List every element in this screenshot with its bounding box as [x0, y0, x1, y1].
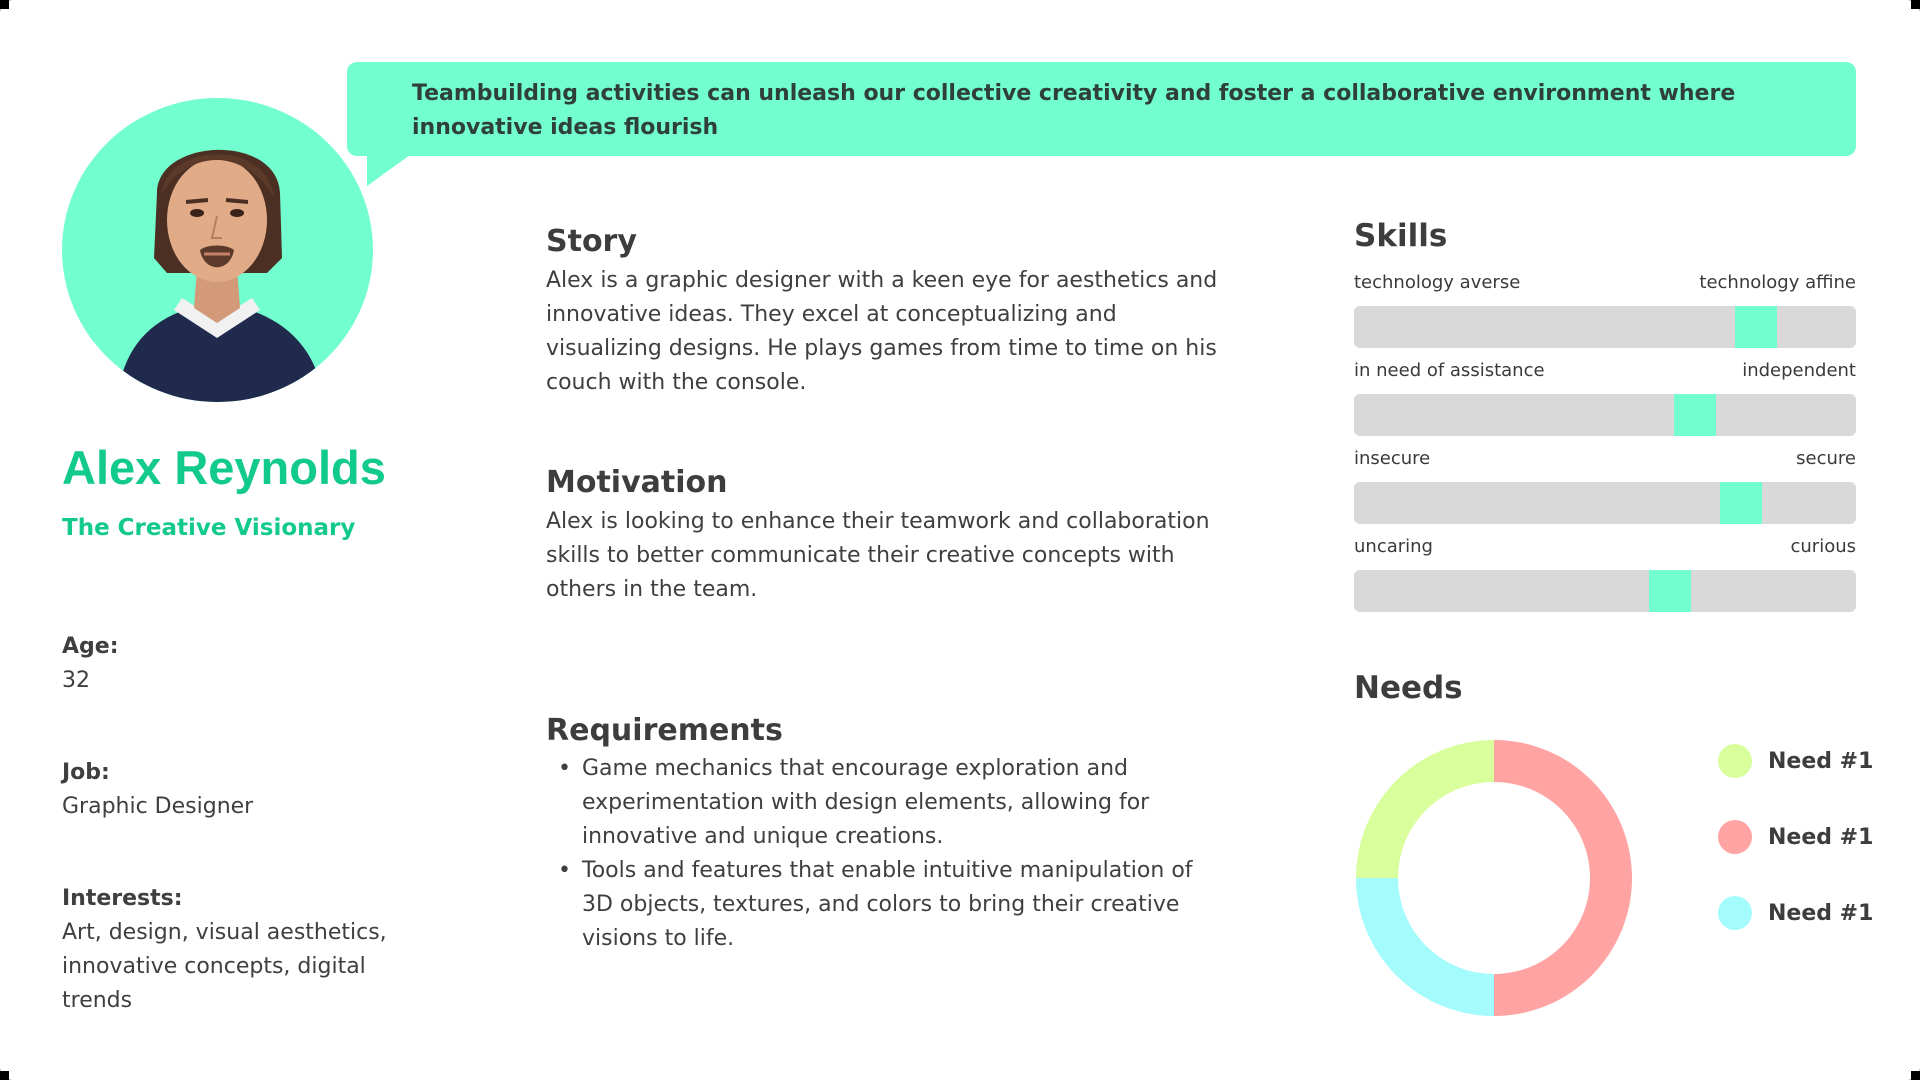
requirement-item: Tools and features that enable intuitive…: [546, 854, 1226, 956]
skill-slider-technology: technology averse technology affine: [1354, 272, 1856, 348]
quote-bubble: Teambuilding activities can unleash our …: [347, 62, 1856, 156]
persona-card: Teambuilding activities can unleash our …: [0, 0, 1920, 1080]
skill-track: [1354, 482, 1856, 524]
skill-right-label: curious: [1790, 536, 1856, 557]
skill-slider-security: insecure secure: [1354, 448, 1856, 524]
skill-right-label: technology affine: [1699, 272, 1856, 293]
skill-track: [1354, 570, 1856, 612]
legend-label: Need #1: [1768, 824, 1874, 850]
legend-swatch: [1718, 896, 1752, 930]
frame-corner: [1911, 0, 1920, 9]
skill-left-label: insecure: [1354, 448, 1431, 469]
skills-title: Skills: [1354, 218, 1448, 254]
skill-marker: [1735, 306, 1777, 348]
motivation-title: Motivation: [546, 465, 728, 500]
legend-swatch: [1718, 744, 1752, 778]
skill-track: [1354, 394, 1856, 436]
age-block: Age: 32: [62, 630, 402, 698]
frame-corner: [0, 1071, 9, 1080]
avatar: [62, 98, 373, 402]
age-value: 32: [62, 668, 90, 693]
needs-title: Needs: [1354, 670, 1463, 706]
legend-label: Need #1: [1768, 748, 1874, 774]
donut-segment: [1356, 878, 1494, 1016]
donut-segment: [1356, 740, 1494, 878]
donut-segment: [1494, 740, 1632, 1016]
skill-slider-curiosity: uncaring curious: [1354, 536, 1856, 612]
interests-label: Interests:: [62, 886, 183, 911]
skill-track: [1354, 306, 1856, 348]
requirement-item: Game mechanics that encourage exploratio…: [546, 752, 1226, 854]
skill-marker: [1649, 570, 1691, 612]
motivation-text: Alex is looking to enhance their teamwor…: [546, 509, 1210, 602]
skill-left-label: in need of assistance: [1354, 360, 1545, 381]
skill-marker: [1674, 394, 1716, 436]
skill-left-label: technology averse: [1354, 272, 1521, 293]
legend-label: Need #1: [1768, 900, 1874, 926]
quote-bubble-tail: [367, 150, 417, 186]
interests-value: Art, design, visual aesthetics, innovati…: [62, 920, 387, 1013]
legend-swatch: [1718, 820, 1752, 854]
job-value: Graphic Designer: [62, 794, 254, 819]
needs-legend-item: Need #1: [1718, 820, 1873, 854]
skill-marker: [1720, 482, 1762, 524]
skill-slider-independence: in need of assistance independent: [1354, 360, 1856, 436]
persona-tagline: The Creative Visionary: [62, 515, 356, 541]
requirements-list: Game mechanics that encourage exploratio…: [546, 752, 1226, 956]
age-label: Age:: [62, 634, 119, 659]
persona-name: Alex Reynolds: [62, 441, 386, 494]
skill-left-label: uncaring: [1354, 536, 1433, 557]
needs-legend-item: Need #1: [1718, 744, 1873, 778]
story-text: Alex is a graphic designer with a keen e…: [546, 268, 1218, 395]
job-block: Job: Graphic Designer: [62, 756, 402, 824]
frame-corner: [0, 0, 9, 9]
needs-legend-item: Need #1: [1718, 896, 1873, 930]
story-title: Story: [546, 224, 637, 259]
skill-right-label: independent: [1742, 360, 1856, 381]
requirements-title: Requirements: [546, 713, 783, 748]
needs-donut-chart: [1356, 740, 1632, 1016]
job-label: Job:: [62, 760, 110, 785]
avatar-illustration: [117, 149, 324, 402]
interests-block: Interests: Art, design, visual aesthetic…: [62, 882, 402, 1018]
frame-corner: [1911, 1071, 1920, 1080]
skill-right-label: secure: [1796, 448, 1856, 469]
